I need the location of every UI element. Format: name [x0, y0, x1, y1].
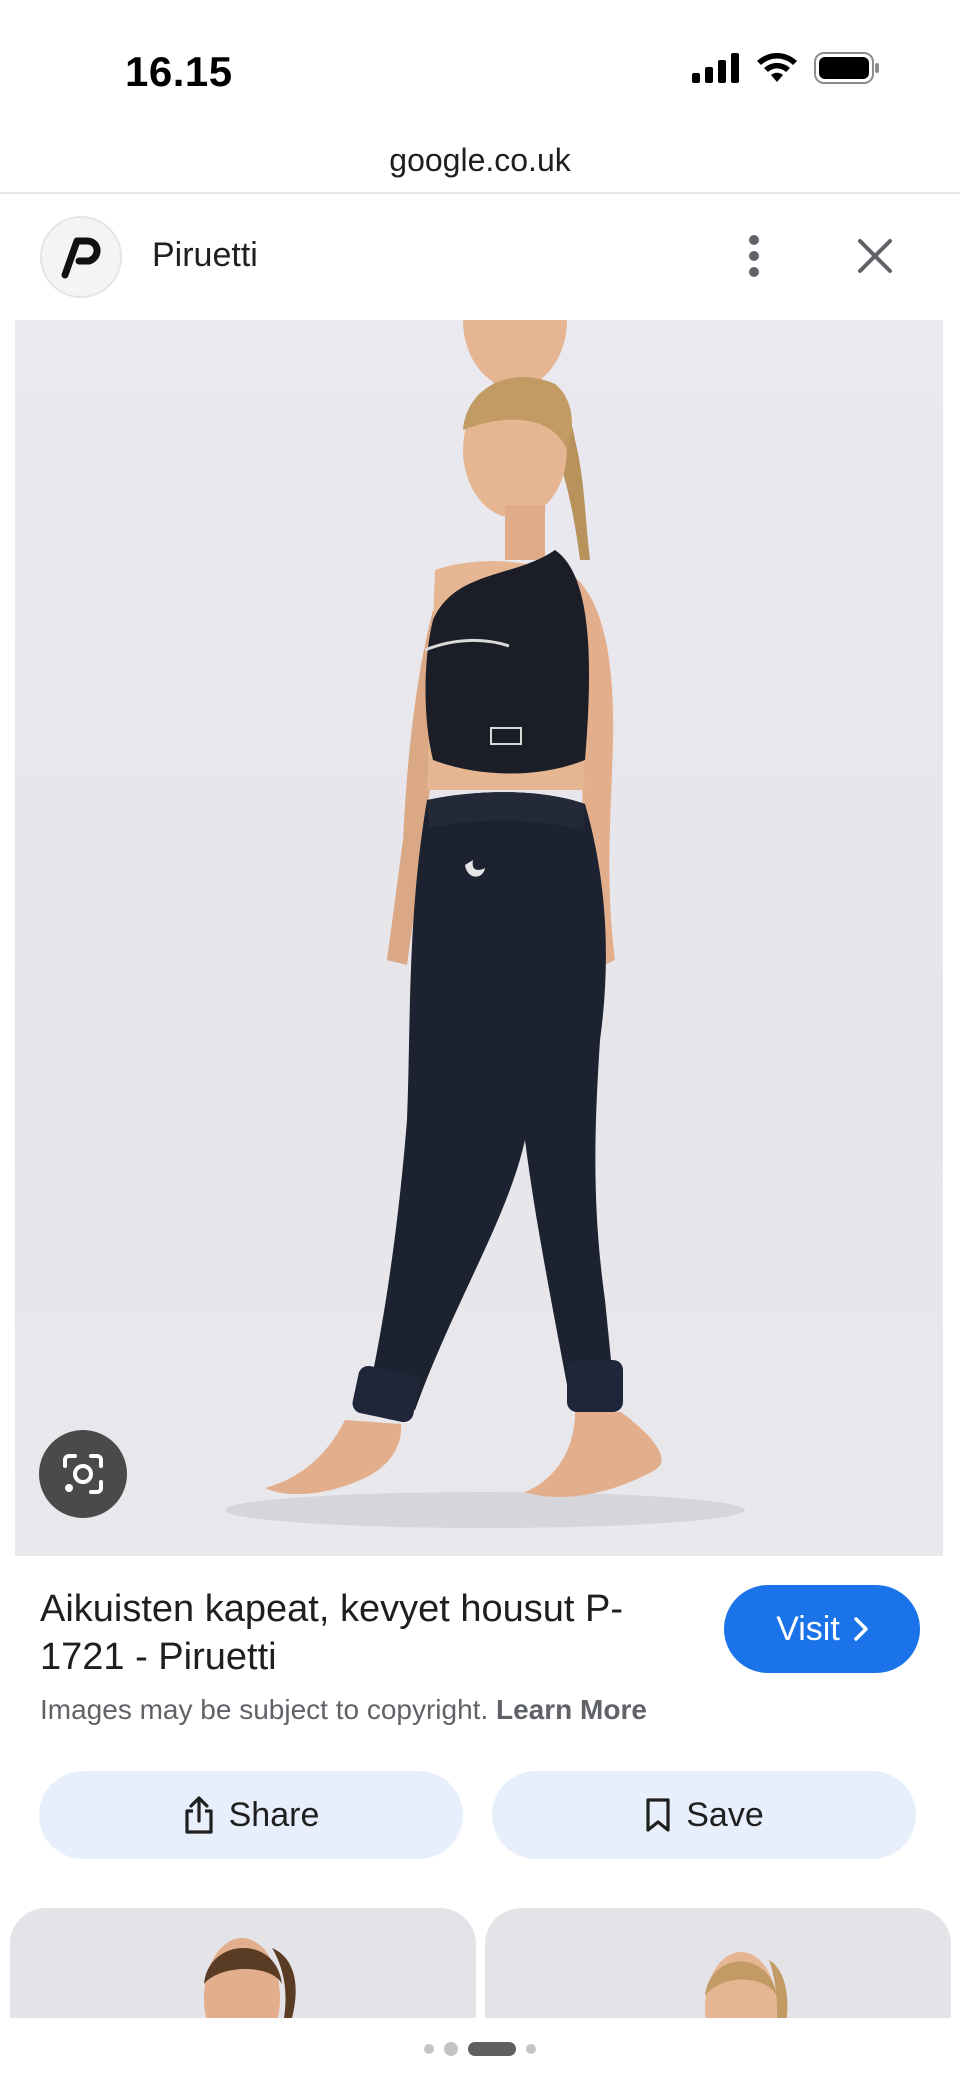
save-button[interactable]: Save	[492, 1771, 916, 1859]
bottom-bar	[0, 2018, 960, 2081]
page-dot-active[interactable]	[468, 2042, 516, 2056]
bookmark-icon	[646, 1798, 670, 1832]
save-label: Save	[686, 1795, 764, 1834]
status-time: 16.15	[125, 48, 233, 95]
share-button[interactable]: Share	[39, 1771, 463, 1859]
battery-icon	[814, 52, 879, 84]
share-label: Share	[228, 1795, 320, 1834]
chevron-right-icon	[854, 1617, 868, 1641]
visit-label: Visit	[776, 1609, 840, 1648]
page-indicator	[0, 2042, 960, 2056]
page-dot-1[interactable]	[424, 2044, 434, 2054]
wifi-icon	[757, 53, 797, 82]
site-name[interactable]: Piruetti	[152, 236, 258, 275]
lens-icon	[63, 1454, 103, 1494]
status-icons	[692, 52, 880, 84]
piruetti-logo	[61, 237, 101, 279]
site-avatar[interactable]	[40, 216, 122, 298]
more-options-button[interactable]	[730, 224, 778, 288]
url-bar[interactable]: google.co.uk	[0, 130, 960, 194]
more-vert-icon	[749, 235, 759, 277]
url-text: google.co.uk	[389, 142, 571, 178]
visit-button[interactable]: Visit	[724, 1585, 920, 1673]
lens-search-button[interactable]	[39, 1430, 127, 1518]
product-image[interactable]	[15, 320, 943, 1556]
image-viewer-screen: 16.15 google.co.uk Piruetti Aikuisten ka…	[0, 0, 960, 2081]
model-photo	[225, 320, 745, 1528]
copyright-text: Images may be subject to copyright.	[40, 1694, 489, 1725]
page-dot-4[interactable]	[526, 2044, 536, 2054]
close-button[interactable]	[845, 226, 905, 286]
status-bar: 16.15	[0, 0, 960, 130]
result-title[interactable]: Aikuisten kapeat, kevyet housut P-1721 -…	[40, 1585, 700, 1681]
signal-icon	[692, 53, 739, 83]
learn-more-link[interactable]: Learn More	[496, 1694, 647, 1725]
close-icon	[858, 239, 892, 273]
site-header: Piruetti	[0, 196, 960, 320]
copyright-notice: Images may be subject to copyright. Lear…	[40, 1694, 647, 1726]
page-dot-2[interactable]	[444, 2042, 458, 2056]
share-icon	[185, 1796, 213, 1834]
